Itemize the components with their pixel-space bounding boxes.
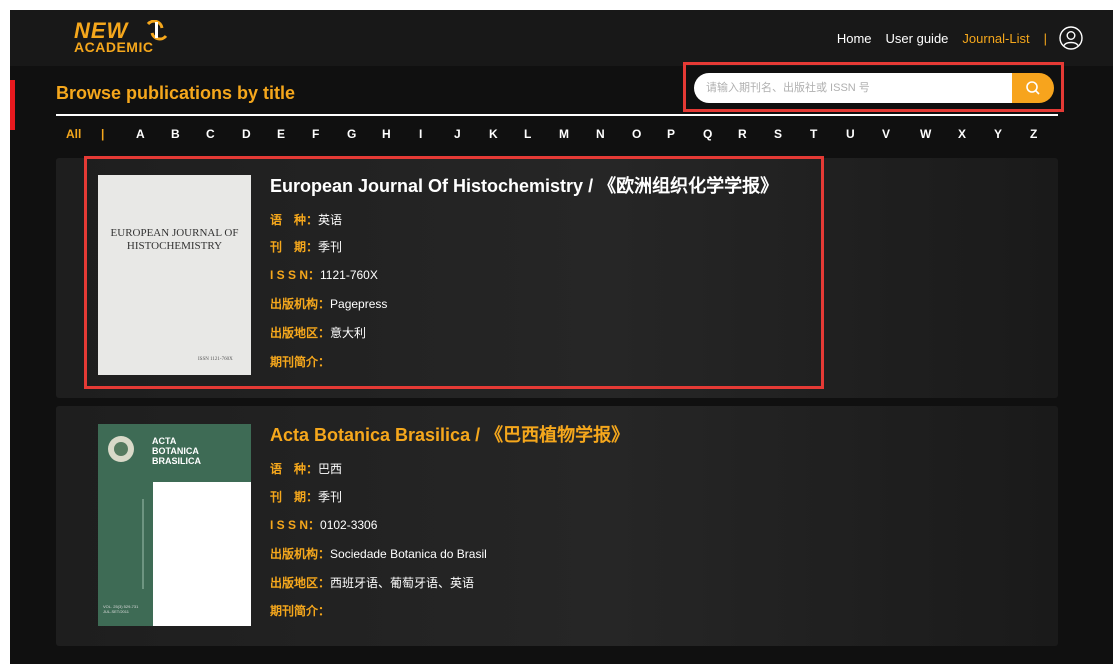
journal-frequency: 刊 期：季刊 [270,488,342,505]
alpha-q[interactable]: Q [703,126,712,142]
alpha-w[interactable]: W [920,126,931,142]
alpha-n[interactable]: N [596,126,605,142]
site-logo[interactable]: NEW ACADEMIC [74,20,184,60]
alpha-v[interactable]: V [882,126,890,142]
cover-seal-icon [108,436,134,462]
alpha-e[interactable]: E [277,126,285,142]
top-navigation-bar: NEW ACADEMIC Home User guide Journal-Lis… [10,10,1113,66]
nav-journal-list[interactable]: Journal-List [962,31,1029,46]
alpha-h[interactable]: H [382,126,391,142]
field-label: 出版地区： [270,576,331,590]
nav-home[interactable]: Home [837,31,872,46]
journal-issn: I S S N：1121-760X [270,266,378,283]
cover-issn-text: ISSN 1121-760X [198,357,233,362]
journal-cover-image[interactable]: EUROPEAN JOURNAL OF HISTOCHEMISTRY ISSN … [98,175,251,375]
main-nav: Home User guide Journal-List | [837,10,1113,66]
field-value: 1121-760X [320,268,378,282]
journal-frequency: 刊 期：季刊 [270,238,342,255]
alpha-a[interactable]: A [136,126,145,142]
logo-swirl-icon [146,20,168,41]
field-value: 英语 [318,213,343,227]
field-label: 出版地区： [270,326,331,340]
alpha-t[interactable]: T [810,126,817,142]
alphabet-filter: All | A B C D E F G H I J K L M N O P Q … [56,126,1058,146]
alpha-z[interactable]: Z [1030,126,1037,142]
search-input[interactable] [694,73,1014,103]
section-marker [10,80,15,130]
field-value: 0102-3306 [320,518,378,532]
alpha-p[interactable]: P [667,126,675,142]
field-value: Sociedade Botanica do Brasil [330,547,487,561]
field-value: 季刊 [318,490,343,504]
cover-volume-text: VOL. 25(3) 529-731 JUL-SET/2011 [103,604,139,614]
cover-spine-line [142,499,144,589]
journal-description: 期刊简介： [270,602,330,619]
field-label: 出版机构： [270,547,331,561]
field-label: 出版机构： [270,297,331,311]
alpha-u[interactable]: U [846,126,855,142]
alpha-l[interactable]: L [524,126,531,142]
alpha-f[interactable]: F [312,126,319,142]
search-button[interactable] [1012,73,1054,103]
page-title: Browse publications by title [56,83,296,103]
alpha-d[interactable]: D [242,126,251,142]
cover-title-text: ACTA BOTANICA BRASILICA [152,436,201,466]
field-label: I S S N： [270,518,321,532]
journal-cover-image[interactable]: ACTA BOTANICA BRASILICA VOL. 25(3) 529-7… [98,424,251,626]
field-label: 刊 期： [270,240,319,254]
alpha-r[interactable]: R [738,126,747,142]
journal-title-link[interactable]: Acta Botanica Brasilica / 《巴西植物学报》 [270,421,629,447]
search-icon [1026,81,1040,95]
field-value: 西班牙语、葡萄牙语、英语 [330,576,475,590]
journal-language: 语 种：巴西 [270,460,342,477]
nav-user-guide[interactable]: User guide [886,31,949,46]
field-value: 意大利 [330,326,367,340]
journal-description: 期刊简介： [270,353,330,370]
alpha-s[interactable]: S [774,126,782,142]
user-circle-icon[interactable] [1059,26,1083,50]
journal-region: 出版地区：意大利 [270,324,366,341]
alpha-separator: | [101,127,105,141]
nav-separator: | [1043,30,1047,46]
field-label: 语 种： [270,213,319,227]
alpha-k[interactable]: K [489,126,498,142]
alpha-m[interactable]: M [559,126,569,142]
alpha-y[interactable]: Y [994,126,1002,142]
alpha-c[interactable]: C [206,126,215,142]
field-label: 语 种： [270,462,319,476]
alpha-b[interactable]: B [171,126,180,142]
field-label: 刊 期： [270,490,319,504]
journal-publisher: 出版机构：Pagepress [270,295,387,312]
field-value: 季刊 [318,240,343,254]
journal-region: 出版地区：西班牙语、葡萄牙语、英语 [270,574,474,591]
journal-publisher: 出版机构：Sociedade Botanica do Brasil [270,545,487,562]
alpha-i[interactable]: I [419,126,422,142]
alpha-all[interactable]: All [66,126,81,142]
alpha-o[interactable]: O [632,126,641,142]
field-label: 期刊简介： [270,355,331,369]
cover-title-text: EUROPEAN JOURNAL OF HISTOCHEMISTRY [110,227,239,252]
journal-title-link[interactable]: European Journal Of Histochemistry / 《欧洲… [270,172,778,198]
alpha-j[interactable]: J [454,126,461,142]
logo-text-academic: ACADEMIC [74,39,154,55]
journal-issn: I S S N：0102-3306 [270,516,377,533]
heading-divider [56,114,1058,116]
field-value: Pagepress [330,297,388,311]
alpha-g[interactable]: G [347,126,356,142]
field-label: 期刊简介： [270,604,331,618]
field-value: 巴西 [318,462,343,476]
journal-language: 语 种：英语 [270,211,342,228]
alpha-x[interactable]: X [958,126,966,142]
field-label: I S S N： [270,268,321,282]
